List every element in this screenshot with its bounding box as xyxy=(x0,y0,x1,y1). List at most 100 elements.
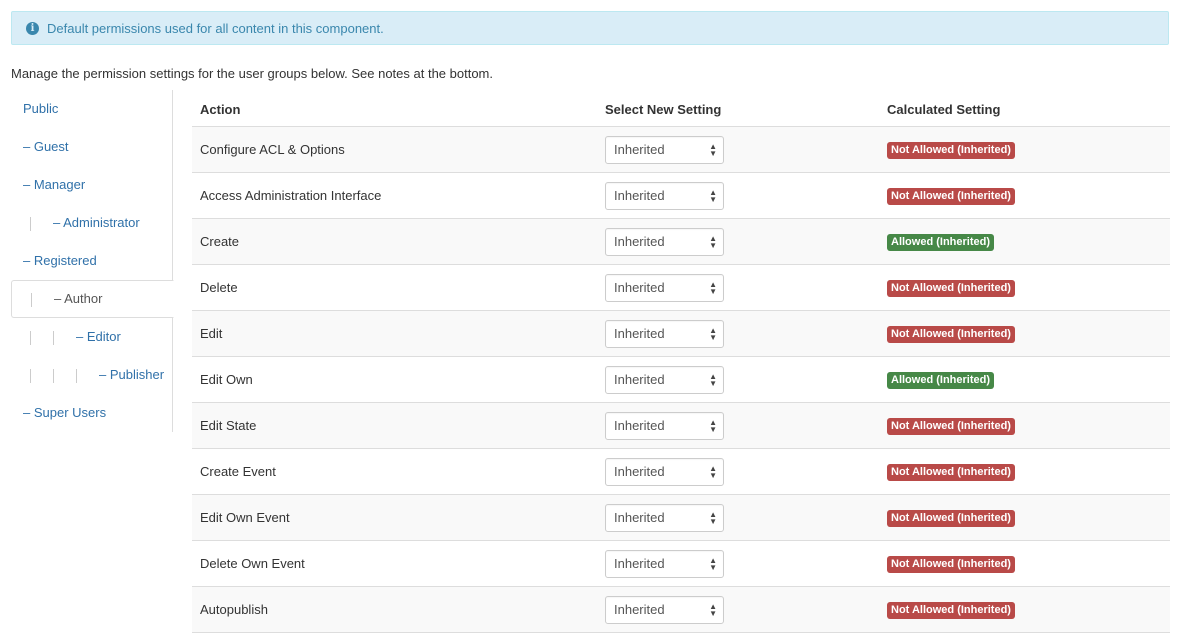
select-value: Inherited xyxy=(614,372,665,387)
action-cell: Delete xyxy=(192,264,597,311)
status-badge: Not Allowed (Inherited) xyxy=(887,509,1015,527)
group-item[interactable]: Public xyxy=(11,90,173,128)
select-arrows-icon: ▲ ▼ xyxy=(709,417,717,434)
group-item[interactable]: – Administrator xyxy=(11,204,173,242)
select-cell: Inherited ▲ ▼ xyxy=(597,126,879,173)
group-label: Public xyxy=(23,101,59,116)
status-badge: Not Allowed (Inherited) xyxy=(887,555,1015,573)
tree-guide-line xyxy=(53,368,54,383)
permission-select[interactable]: Inherited ▲ ▼ xyxy=(605,457,724,486)
intro-text: Manage the permission settings for the u… xyxy=(11,66,494,81)
calculated-cell: Not Allowed (Inherited) xyxy=(879,540,1170,587)
status-badge: Not Allowed (Inherited) xyxy=(887,463,1015,481)
calculated-cell: Not Allowed (Inherited) xyxy=(879,402,1170,449)
group-item[interactable]: – Registered xyxy=(11,242,173,280)
status-badge: Not Allowed (Inherited) xyxy=(887,417,1015,435)
select-value: Inherited xyxy=(614,556,665,571)
select-cell: Inherited ▲ ▼ xyxy=(597,494,879,541)
tree-guide-line xyxy=(30,216,31,231)
status-badge: Not Allowed (Inherited) xyxy=(887,279,1015,297)
select-value: Inherited xyxy=(614,188,665,203)
group-label: – Registered xyxy=(23,253,97,268)
group-item[interactable]: – Manager xyxy=(11,166,173,204)
action-cell: Edit Own Event xyxy=(192,494,597,541)
select-cell: Inherited ▲ ▼ xyxy=(597,310,879,357)
calculated-cell: Not Allowed (Inherited) xyxy=(879,126,1170,173)
group-item[interactable]: – Editor xyxy=(11,318,173,356)
header-select-new-setting: Select New Setting xyxy=(597,92,879,127)
status-badge: Allowed (Inherited) xyxy=(887,371,994,389)
table-row: Edit Inherited ▲ ▼ Not Allowed (Inherited) xyxy=(192,310,1170,357)
select-cell: Inherited ▲ ▼ xyxy=(597,448,879,495)
group-label: – Administrator xyxy=(53,215,140,230)
permission-select[interactable]: Inherited ▲ ▼ xyxy=(605,365,724,394)
select-cell: Inherited ▲ ▼ xyxy=(597,586,879,633)
permission-select[interactable]: Inherited ▲ ▼ xyxy=(605,135,724,164)
group-item[interactable]: – Guest xyxy=(11,128,173,166)
select-value: Inherited xyxy=(614,464,665,479)
select-cell: Inherited ▲ ▼ xyxy=(597,540,879,587)
permission-select[interactable]: Inherited ▲ ▼ xyxy=(605,273,724,302)
group-label: – Author xyxy=(54,291,103,306)
select-cell: Inherited ▲ ▼ xyxy=(597,356,879,403)
table-row: Create Inherited ▲ ▼ Allowed (Inherited) xyxy=(192,218,1170,265)
permission-select[interactable]: Inherited ▲ ▼ xyxy=(605,549,724,578)
group-label: – Publisher xyxy=(99,367,165,382)
table-row: Edit State Inherited ▲ ▼ Not Allowed (Inheri… xyxy=(192,402,1170,449)
select-arrows-icon: ▲ ▼ xyxy=(709,463,717,480)
permission-select[interactable]: Inherited ▲ ▼ xyxy=(605,411,724,440)
table-header-row: Action Select New Setting Calculated Set… xyxy=(192,92,1170,127)
table-row: Edit Own Inherited ▲ ▼ Allowed (Inherited) xyxy=(192,356,1170,403)
table-row: Autopublish Inherited ▲ ▼ Not Allowed (Inher… xyxy=(192,586,1170,633)
status-badge: Not Allowed (Inherited) xyxy=(887,187,1015,205)
select-value: Inherited xyxy=(614,326,665,341)
action-cell: Configure ACL & Options xyxy=(192,126,597,173)
select-cell: Inherited ▲ ▼ xyxy=(597,218,879,265)
alert-text: Default permissions used for all content… xyxy=(47,20,384,36)
select-arrows-icon: ▲ ▼ xyxy=(709,187,717,204)
tree-guide-line xyxy=(53,330,54,345)
select-arrows-icon: ▲ ▼ xyxy=(709,509,717,526)
select-arrows-icon: ▲ ▼ xyxy=(709,279,717,296)
calculated-cell: Not Allowed (Inherited) xyxy=(879,264,1170,311)
select-value: Inherited xyxy=(614,142,665,157)
calculated-cell: Not Allowed (Inherited) xyxy=(879,172,1170,219)
select-cell: Inherited ▲ ▼ xyxy=(597,264,879,311)
table-row: Delete Own Event Inherited ▲ ▼ Not Allowed (… xyxy=(192,540,1170,587)
permission-select[interactable]: Inherited ▲ ▼ xyxy=(605,227,724,256)
select-value: Inherited xyxy=(614,280,665,295)
user-group-list: Public – Guest – Manager – Administrator – R… xyxy=(11,90,174,432)
tree-guide-line xyxy=(30,368,31,383)
select-arrows-icon: ▲ ▼ xyxy=(709,555,717,572)
action-cell: Autopublish xyxy=(192,586,597,633)
group-item[interactable]: – Author xyxy=(11,280,174,318)
action-cell: Edit xyxy=(192,310,597,357)
group-label: – Super Users xyxy=(23,405,107,420)
action-cell: Create xyxy=(192,218,597,265)
calculated-cell: Not Allowed (Inherited) xyxy=(879,310,1170,357)
status-badge: Allowed (Inherited) xyxy=(887,233,994,251)
action-cell: Access Administration Interface xyxy=(192,172,597,219)
select-value: Inherited xyxy=(614,418,665,433)
group-item[interactable]: – Super Users xyxy=(11,394,173,432)
table-row: Edit Own Event Inherited ▲ ▼ Not Allowed (In… xyxy=(192,494,1170,541)
group-item[interactable]: – Publisher xyxy=(11,356,173,394)
select-cell: Inherited ▲ ▼ xyxy=(597,402,879,449)
status-badge: Not Allowed (Inherited) xyxy=(887,325,1015,343)
calculated-cell: Not Allowed (Inherited) xyxy=(879,494,1170,541)
calculated-cell: Allowed (Inherited) xyxy=(879,218,1170,265)
select-arrows-icon: ▲ ▼ xyxy=(709,141,717,158)
status-badge: Not Allowed (Inherited) xyxy=(887,601,1015,619)
permission-select[interactable]: Inherited ▲ ▼ xyxy=(605,503,724,532)
permissions-table: Action Select New Setting Calculated Set… xyxy=(192,92,1170,633)
group-label: – Manager xyxy=(23,177,86,192)
table-row: Create Event Inherited ▲ ▼ Not Allowed (Inhe… xyxy=(192,448,1170,495)
calculated-cell: Not Allowed (Inherited) xyxy=(879,586,1170,633)
select-value: Inherited xyxy=(614,602,665,617)
permission-select[interactable]: Inherited ▲ ▼ xyxy=(605,181,724,210)
permission-select[interactable]: Inherited ▲ ▼ xyxy=(605,319,724,348)
permission-select[interactable]: Inherited ▲ ▼ xyxy=(605,595,724,624)
select-arrows-icon: ▲ ▼ xyxy=(709,601,717,618)
action-cell: Edit Own xyxy=(192,356,597,403)
table-row: Delete Inherited ▲ ▼ Not Allowed (Inherited) xyxy=(192,264,1170,311)
